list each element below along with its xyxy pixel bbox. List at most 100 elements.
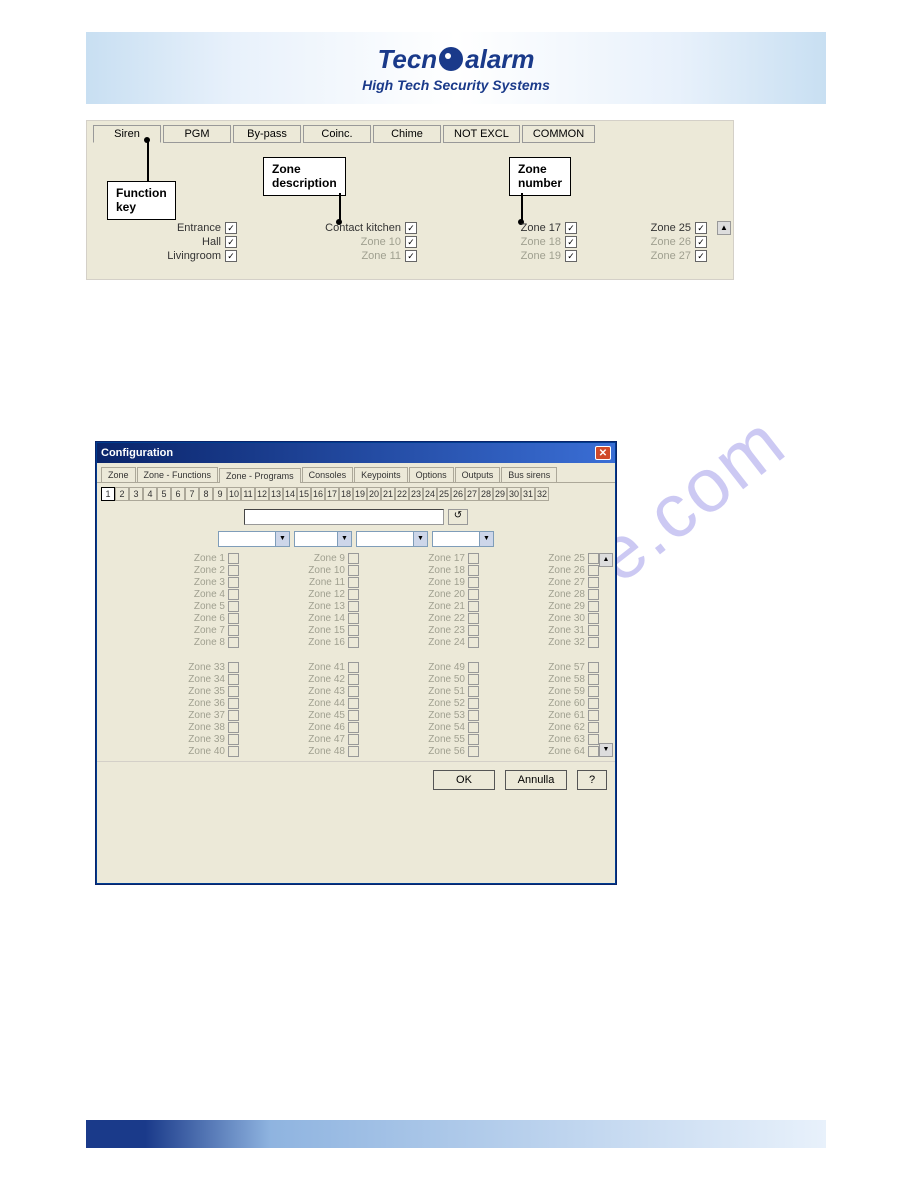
select-2[interactable]: ▼ <box>294 531 352 547</box>
scroll-up-icon[interactable]: ▲ <box>717 221 731 235</box>
checkbox[interactable] <box>468 589 479 600</box>
checkbox[interactable] <box>588 613 599 624</box>
checkbox[interactable] <box>588 746 599 757</box>
tab-siren[interactable]: Siren <box>93 125 161 143</box>
program-tab-10[interactable]: 10 <box>227 487 241 501</box>
tab-outputs[interactable]: Outputs <box>455 467 501 482</box>
checkbox[interactable]: ✓ <box>405 250 417 262</box>
checkbox[interactable] <box>228 565 239 576</box>
program-tab-27[interactable]: 27 <box>465 487 479 501</box>
checkbox[interactable] <box>228 662 239 673</box>
checkbox[interactable] <box>588 686 599 697</box>
program-tab-7[interactable]: 7 <box>185 487 199 501</box>
program-tab-19[interactable]: 19 <box>353 487 367 501</box>
checkbox[interactable] <box>228 589 239 600</box>
program-tab-22[interactable]: 22 <box>395 487 409 501</box>
program-tab-15[interactable]: 15 <box>297 487 311 501</box>
program-tab-13[interactable]: 13 <box>269 487 283 501</box>
checkbox[interactable] <box>228 698 239 709</box>
checkbox[interactable] <box>588 601 599 612</box>
checkbox[interactable] <box>348 625 359 636</box>
checkbox[interactable] <box>468 674 479 685</box>
program-tab-12[interactable]: 12 <box>255 487 269 501</box>
checkbox[interactable] <box>348 613 359 624</box>
cancel-button[interactable]: Annulla <box>505 770 567 790</box>
checkbox[interactable] <box>228 746 239 757</box>
checkbox[interactable] <box>348 734 359 745</box>
program-tab-24[interactable]: 24 <box>423 487 437 501</box>
checkbox[interactable] <box>468 734 479 745</box>
checkbox[interactable] <box>228 722 239 733</box>
checkbox[interactable] <box>348 577 359 588</box>
tab-chime[interactable]: Chime <box>373 125 441 143</box>
checkbox[interactable]: ✓ <box>695 222 707 234</box>
checkbox[interactable] <box>588 710 599 721</box>
checkbox[interactable]: ✓ <box>565 250 577 262</box>
checkbox[interactable] <box>468 565 479 576</box>
checkbox[interactable] <box>588 625 599 636</box>
program-tab-8[interactable]: 8 <box>199 487 213 501</box>
checkbox[interactable] <box>348 686 359 697</box>
checkbox[interactable] <box>348 553 359 564</box>
program-tab-31[interactable]: 31 <box>521 487 535 501</box>
tab-pgm[interactable]: PGM <box>163 125 231 143</box>
program-tab-16[interactable]: 16 <box>311 487 325 501</box>
program-tab-3[interactable]: 3 <box>129 487 143 501</box>
program-tab-2[interactable]: 2 <box>115 487 129 501</box>
checkbox[interactable]: ✓ <box>695 250 707 262</box>
program-tab-6[interactable]: 6 <box>171 487 185 501</box>
checkbox[interactable]: ✓ <box>225 250 237 262</box>
program-tab-21[interactable]: 21 <box>381 487 395 501</box>
checkbox[interactable] <box>588 722 599 733</box>
checkbox[interactable]: ✓ <box>405 236 417 248</box>
tab-consoles[interactable]: Consoles <box>302 467 354 482</box>
checkbox[interactable] <box>348 710 359 721</box>
tab-common[interactable]: COMMON <box>522 125 595 143</box>
program-tab-23[interactable]: 23 <box>409 487 423 501</box>
checkbox[interactable] <box>228 674 239 685</box>
checkbox[interactable] <box>348 601 359 612</box>
checkbox[interactable] <box>588 637 599 648</box>
tab-zone-programs[interactable]: Zone - Programs <box>219 468 301 483</box>
zone-grid-scrollbar[interactable]: ▲ ▼ <box>599 553 613 757</box>
checkbox[interactable] <box>348 722 359 733</box>
checkbox[interactable] <box>588 553 599 564</box>
checkbox[interactable]: ✓ <box>695 236 707 248</box>
reset-button[interactable]: ↺ <box>448 509 468 525</box>
program-tab-29[interactable]: 29 <box>493 487 507 501</box>
checkbox[interactable] <box>588 577 599 588</box>
checkbox[interactable] <box>588 589 599 600</box>
checkbox[interactable]: ✓ <box>565 222 577 234</box>
select-1[interactable]: ▼ <box>218 531 290 547</box>
checkbox[interactable] <box>228 734 239 745</box>
help-button[interactable]: ? <box>577 770 607 790</box>
checkbox[interactable] <box>228 613 239 624</box>
program-name-input[interactable] <box>244 509 444 525</box>
checkbox[interactable] <box>228 553 239 564</box>
tab-keypoints[interactable]: Keypoints <box>354 467 408 482</box>
program-tab-32[interactable]: 32 <box>535 487 549 501</box>
program-tab-25[interactable]: 25 <box>437 487 451 501</box>
checkbox[interactable]: ✓ <box>225 236 237 248</box>
program-tab-26[interactable]: 26 <box>451 487 465 501</box>
program-tab-17[interactable]: 17 <box>325 487 339 501</box>
tab-bypass[interactable]: By-pass <box>233 125 301 143</box>
checkbox[interactable] <box>228 710 239 721</box>
checkbox[interactable] <box>348 746 359 757</box>
scroll-down-icon[interactable]: ▼ <box>599 743 613 757</box>
checkbox[interactable] <box>468 698 479 709</box>
program-tab-5[interactable]: 5 <box>157 487 171 501</box>
checkbox[interactable] <box>228 637 239 648</box>
checkbox[interactable] <box>468 662 479 673</box>
checkbox[interactable] <box>588 734 599 745</box>
tab-options[interactable]: Options <box>409 467 454 482</box>
checkbox[interactable] <box>348 698 359 709</box>
checkbox[interactable] <box>588 565 599 576</box>
tab-notexcl[interactable]: NOT EXCL <box>443 125 520 143</box>
checkbox[interactable] <box>468 577 479 588</box>
program-tab-1[interactable]: 1 <box>101 487 115 501</box>
checkbox[interactable] <box>588 662 599 673</box>
checkbox[interactable] <box>468 637 479 648</box>
checkbox[interactable] <box>468 686 479 697</box>
program-tab-18[interactable]: 18 <box>339 487 353 501</box>
